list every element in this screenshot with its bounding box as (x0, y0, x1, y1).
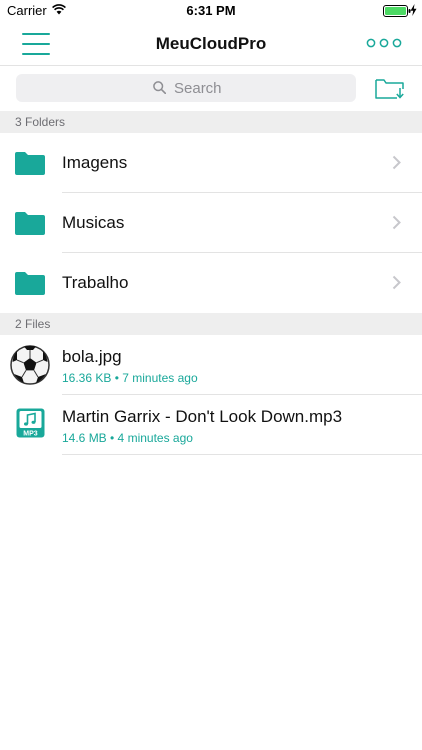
folder-icon (15, 152, 45, 175)
search-input[interactable]: Search (16, 74, 356, 102)
folder-row-imagens[interactable]: Imagens (0, 133, 422, 193)
status-bar: Carrier 6:31 PM (0, 0, 422, 22)
file-name: Martin Garrix - Don't Look Down.mp3 (62, 407, 343, 426)
charging-bolt-icon (410, 4, 417, 16)
row-divider (62, 454, 422, 455)
folder-row-trabalho[interactable]: Trabalho (0, 253, 422, 313)
file-row-mp3[interactable]: MP3 Martin Garrix - Don't Look Down.mp3 … (0, 395, 422, 455)
file-name: bola.jpg (62, 347, 122, 366)
folder-icon (15, 212, 45, 235)
files-count-label: 2 Files (15, 317, 51, 331)
folder-label: Imagens (62, 153, 128, 172)
svg-text:MP3: MP3 (23, 430, 38, 437)
search-icon (153, 81, 166, 94)
folder-icon (15, 272, 45, 295)
mp3-file-icon: MP3 (16, 408, 45, 438)
folders-section-header: 3 Folders (0, 111, 422, 133)
file-row-bola[interactable]: bola.jpg 16.36 KB • 7 minutes ago (0, 335, 422, 395)
chevron-right-icon (392, 275, 401, 290)
files-section-header: 2 Files (0, 313, 422, 335)
chevron-right-icon (392, 215, 401, 230)
soccer-ball-thumbnail (10, 345, 50, 385)
more-dots-icon[interactable] (366, 36, 402, 50)
folder-label: Trabalho (62, 273, 129, 292)
file-meta: 14.6 MB • 4 minutes ago (62, 431, 193, 445)
folder-label: Musicas (62, 213, 125, 232)
file-meta: 16.36 KB • 7 minutes ago (62, 371, 198, 385)
new-folder-download-icon[interactable] (375, 77, 405, 99)
folder-row-musicas[interactable]: Musicas (0, 193, 422, 253)
page-title: MeuCloudPro (155, 34, 267, 53)
search-placeholder: Search (174, 80, 222, 97)
folders-count-label: 3 Folders (15, 115, 66, 129)
battery-icon (383, 5, 411, 17)
status-time: 6:31 PM (186, 3, 236, 18)
navigation-bar: MeuCloudPro (0, 22, 422, 66)
chevron-right-icon (392, 155, 401, 170)
